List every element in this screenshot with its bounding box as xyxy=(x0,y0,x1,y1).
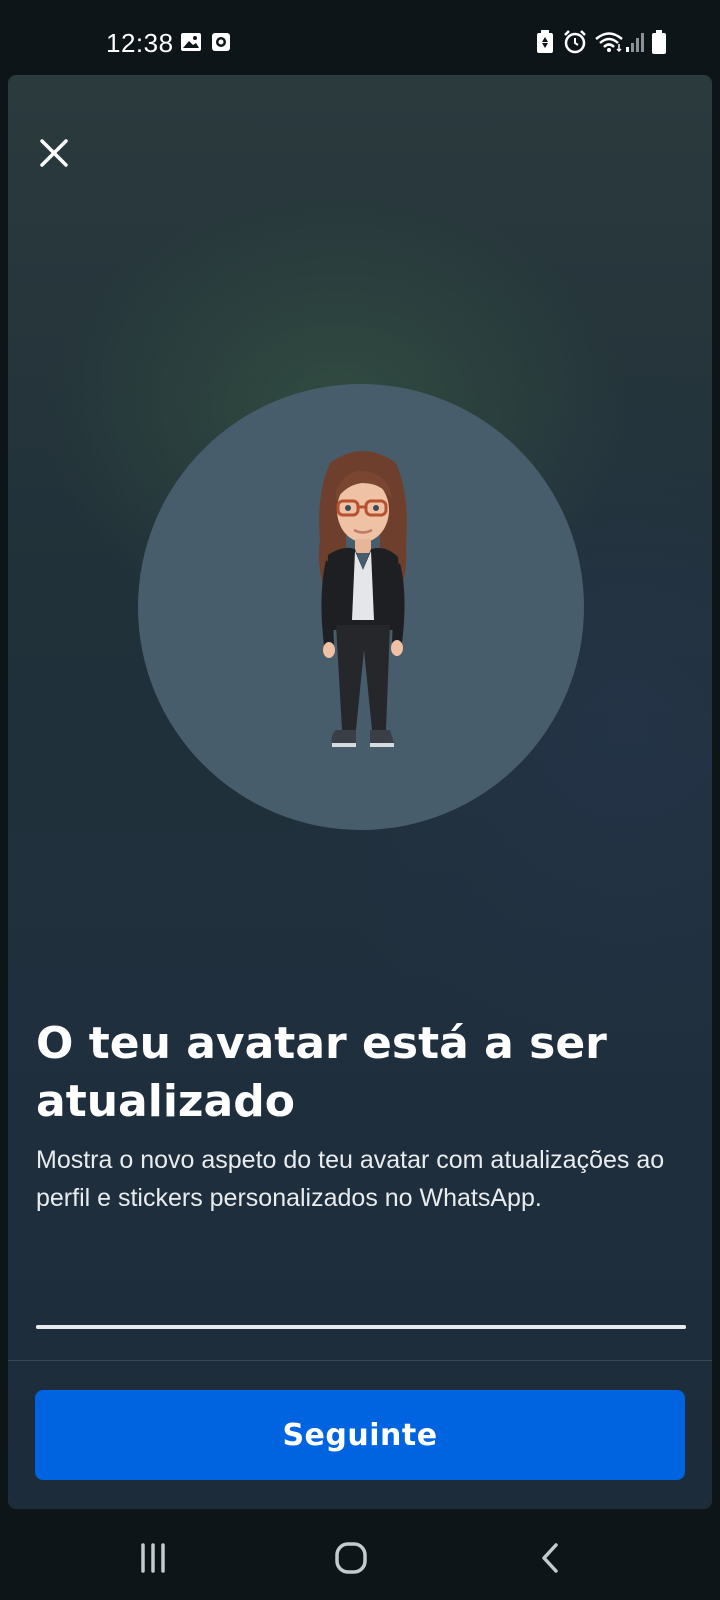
avatar-illustration xyxy=(318,451,407,747)
back-icon[interactable] xyxy=(526,1535,576,1581)
navigation-bar xyxy=(0,1515,720,1600)
recents-icon[interactable] xyxy=(128,1535,178,1581)
sheet-title: O teu avatar está a ser atualizado xyxy=(36,1018,607,1127)
screen: 12:38 O teu avatar está a ser atualizado… xyxy=(0,0,720,1600)
signal-icon xyxy=(626,33,644,52)
home-icon[interactable] xyxy=(326,1535,376,1581)
close-icon[interactable] xyxy=(32,131,76,175)
alarm-icon xyxy=(564,30,586,54)
next-button[interactable]: Seguinte xyxy=(35,1390,685,1480)
avatar-update-sheet: O teu avatar está a ser atualizado Mostr… xyxy=(8,75,712,1509)
wifi-icon xyxy=(595,32,623,53)
progress-fill xyxy=(36,1325,686,1329)
gallery-icon xyxy=(181,33,201,51)
battery-saver-icon xyxy=(537,30,553,53)
status-bar: 12:38 xyxy=(0,0,720,72)
battery-icon xyxy=(652,30,666,54)
record-icon xyxy=(212,33,230,51)
status-time: 12:38 xyxy=(106,28,174,58)
progress-bar xyxy=(36,1325,686,1329)
divider xyxy=(8,1360,712,1361)
sheet-description: Mostra o novo aspeto do teu avatar com a… xyxy=(36,1146,665,1212)
